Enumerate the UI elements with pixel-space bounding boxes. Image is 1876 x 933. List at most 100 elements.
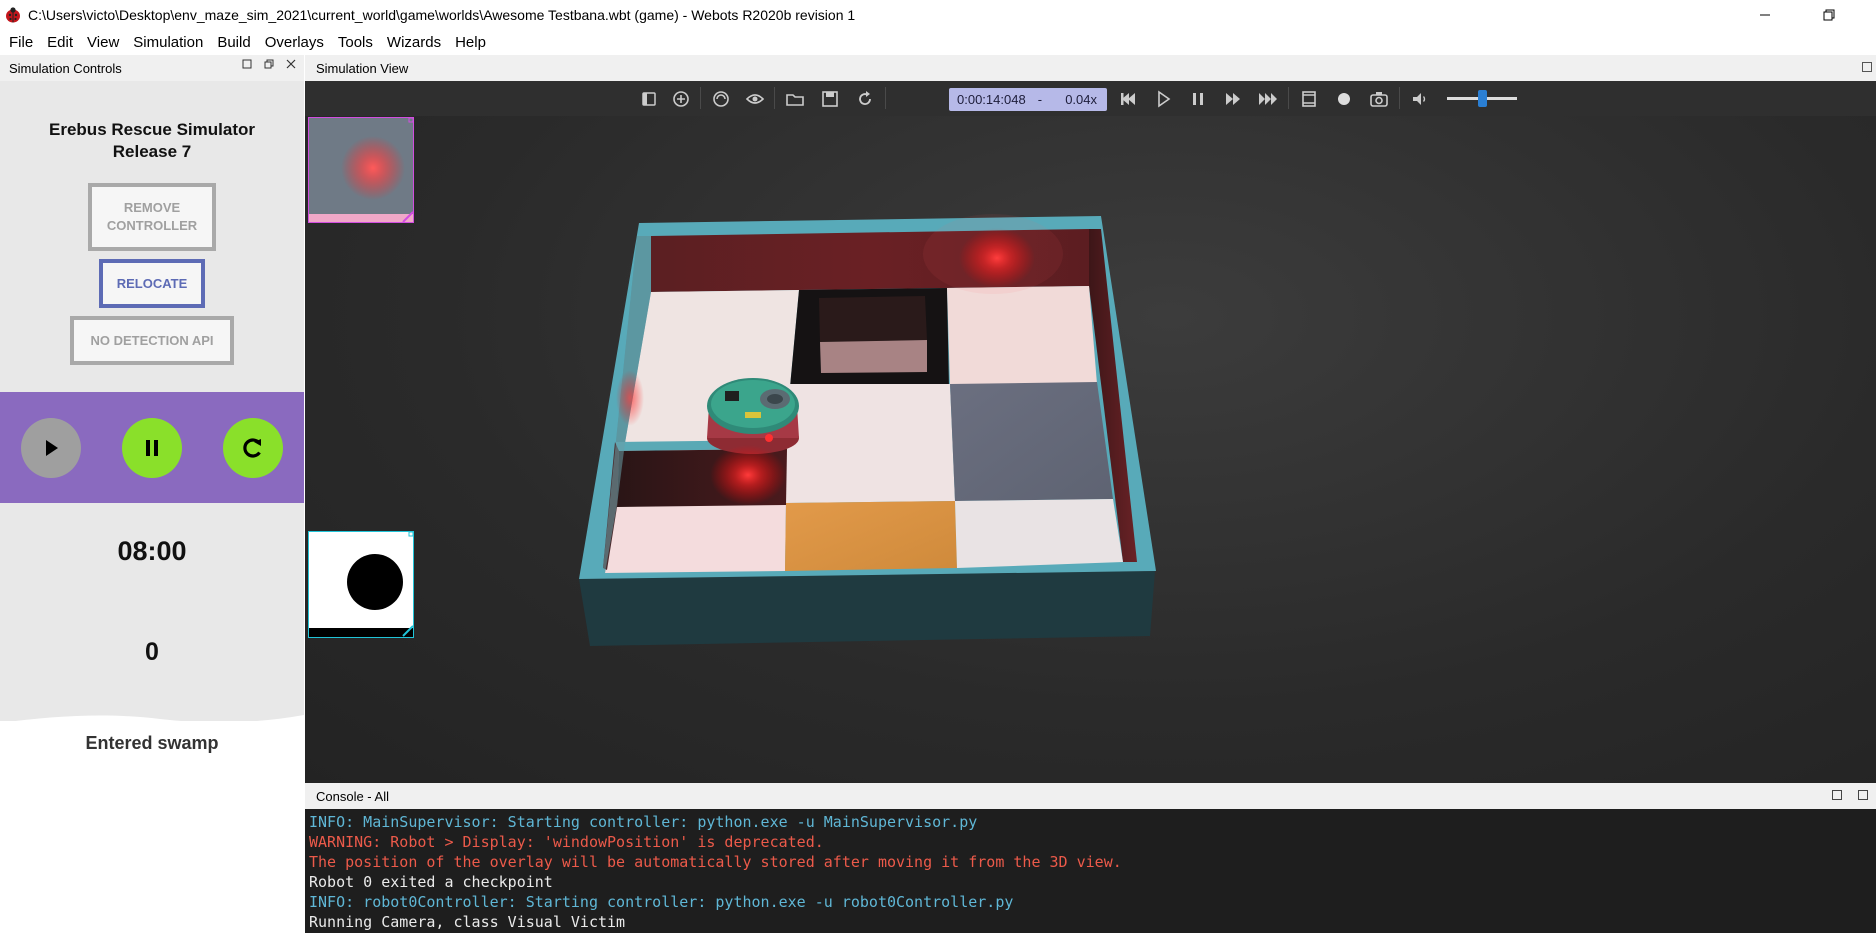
record-animation-icon[interactable] [1334, 89, 1354, 109]
simulation-controls-dock: Simulation Controls Erebus Rescue Simula… [0, 55, 304, 933]
pause-icon [146, 440, 158, 456]
float-dock-icon[interactable] [1862, 62, 1872, 72]
webots-ladybug-icon [6, 6, 20, 22]
minimize-button[interactable] [1742, 0, 1788, 29]
run-realtime-icon[interactable] [1223, 89, 1243, 109]
console-line: INFO: robot0Controller: Starting control… [309, 893, 1014, 911]
console-line: WARNING: Robot > Display: 'windowPositio… [309, 833, 824, 851]
restore-viewpoint-icon[interactable] [711, 89, 731, 109]
restore-icon [1823, 9, 1835, 20]
restore-button[interactable] [1806, 0, 1852, 29]
dock-title: Console - All [316, 788, 389, 804]
simulation-speed: 0.04x [1065, 92, 1097, 107]
simulation-toolbar: 0:00:14:048 - 0.04x [305, 81, 1876, 116]
heated-victim-glow [616, 370, 644, 426]
menu-edit[interactable]: Edit [40, 34, 80, 51]
menu-overlays[interactable]: Overlays [258, 34, 331, 51]
title-bar: C:\Users\victo\Desktop\env_maze_sim_2021… [0, 0, 1876, 29]
time-separator: - [1037, 92, 1043, 107]
menu-wizards[interactable]: Wizards [380, 34, 448, 51]
simulation-view-dock: Simulation View 0:00:14:048 - 0.04x [305, 55, 1876, 783]
toolbar-separator [700, 87, 701, 109]
menu-simulation[interactable]: Simulation [126, 34, 210, 51]
remove-label-1: REMOVE [123, 200, 181, 215]
glow-haze [923, 214, 1063, 294]
console-line: INFO: MainSupervisor: Starting controlle… [309, 813, 978, 831]
match-timer: 08:00 [117, 536, 187, 566]
simulation-view-header: Simulation View [305, 55, 1876, 81]
reset-button[interactable] [223, 418, 283, 478]
robot [707, 378, 799, 454]
floor-tile [955, 499, 1123, 568]
remove-controller-button[interactable]: REMOVE CONTROLLER [88, 183, 216, 251]
heated-victim-glow [710, 445, 786, 505]
console-dock: Console - All INFO: MainSupervisor: Star… [305, 783, 1876, 933]
dock-title: Simulation Controls [9, 60, 122, 76]
simulation-controls-header: Simulation Controls [0, 55, 304, 81]
record-movie-icon[interactable] [1299, 89, 1319, 109]
3d-viewport[interactable] [305, 116, 1876, 783]
simulation-time-display: 0:00:14:048 - 0.04x [949, 88, 1107, 111]
save-world-icon[interactable] [820, 89, 840, 109]
float-dock-icon[interactable] [1858, 790, 1868, 800]
play-button[interactable] [21, 418, 81, 478]
menu-build[interactable]: Build [210, 34, 257, 51]
arena-front-face [579, 571, 1155, 646]
maze-scene [579, 214, 1156, 646]
console-line: The position of the overlay will be auto… [309, 853, 1122, 871]
camera-image [309, 117, 414, 223]
console-line: Robot 0 exited a checkpoint [309, 873, 553, 891]
floor-tile [785, 384, 955, 503]
menu-help[interactable]: Help [448, 34, 493, 51]
simulator-name: Erebus Rescue Simulator [49, 120, 255, 139]
play-icon [46, 440, 58, 456]
simulation-time: 0:00:14:048 [957, 92, 1026, 107]
toolbar-separator [885, 87, 886, 109]
camera-overlay[interactable] [308, 117, 414, 223]
volume-icon[interactable] [1410, 89, 1430, 109]
volume-slider-thumb[interactable] [1478, 90, 1487, 107]
toolbar-separator [1288, 87, 1289, 109]
no-detection-api-button[interactable]: NO DETECTION API [70, 316, 234, 365]
simulator-title: Erebus Rescue Simulator Release 7 [0, 119, 304, 163]
maximize-dock-icon[interactable] [242, 59, 252, 69]
screenshot-icon[interactable] [1369, 89, 1389, 109]
minimize-icon [1760, 14, 1770, 15]
hide-scene-tree-icon[interactable] [639, 89, 659, 109]
menu-file[interactable]: File [2, 34, 40, 51]
open-world-icon[interactable] [785, 89, 805, 109]
run-controls-strip [0, 392, 304, 503]
menu-tools[interactable]: Tools [331, 34, 380, 51]
toolbar-separator [774, 87, 775, 109]
window-title: C:\Users\victo\Desktop\env_maze_sim_2021… [28, 6, 856, 23]
maximize-dock-icon[interactable] [1832, 790, 1842, 800]
floor-tile [605, 503, 786, 573]
hole-inner [819, 296, 927, 342]
pause-button[interactable] [122, 418, 182, 478]
console-output[interactable]: INFO: MainSupervisor: Starting controlle… [305, 809, 1876, 933]
add-node-icon[interactable] [671, 89, 691, 109]
hole-bottom [820, 340, 927, 373]
console-line: Running Camera, class Visual Victim [309, 913, 626, 931]
display-overlay[interactable] [308, 531, 414, 638]
checkpoint-tile [785, 501, 957, 571]
float-dock-icon[interactable] [264, 59, 274, 69]
console-header: Console - All [305, 783, 1876, 809]
view-icon[interactable] [745, 89, 765, 109]
step-icon[interactable] [1153, 89, 1173, 109]
webots-window: C:\Users\victo\Desktop\env_maze_sim_2021… [0, 0, 1876, 933]
menu-view[interactable]: View [80, 34, 126, 51]
reset-simulation-icon[interactable] [1118, 89, 1138, 109]
reset-icon [243, 438, 261, 458]
fast-forward-icon[interactable] [1258, 89, 1278, 109]
pause-simulation-icon[interactable] [1188, 89, 1208, 109]
dock-title: Simulation View [316, 60, 409, 76]
relocate-button[interactable]: RELOCATE [99, 259, 205, 308]
menu-bar: File Edit View Simulation Build Overlays… [0, 29, 1876, 55]
remove-label-2: CONTROLLER [106, 218, 198, 233]
floor-tile [947, 286, 1097, 386]
swamp-tile [950, 382, 1113, 501]
close-dock-icon[interactable] [286, 59, 296, 69]
reload-world-icon[interactable] [855, 89, 875, 109]
status-message: Entered swamp [85, 733, 219, 753]
